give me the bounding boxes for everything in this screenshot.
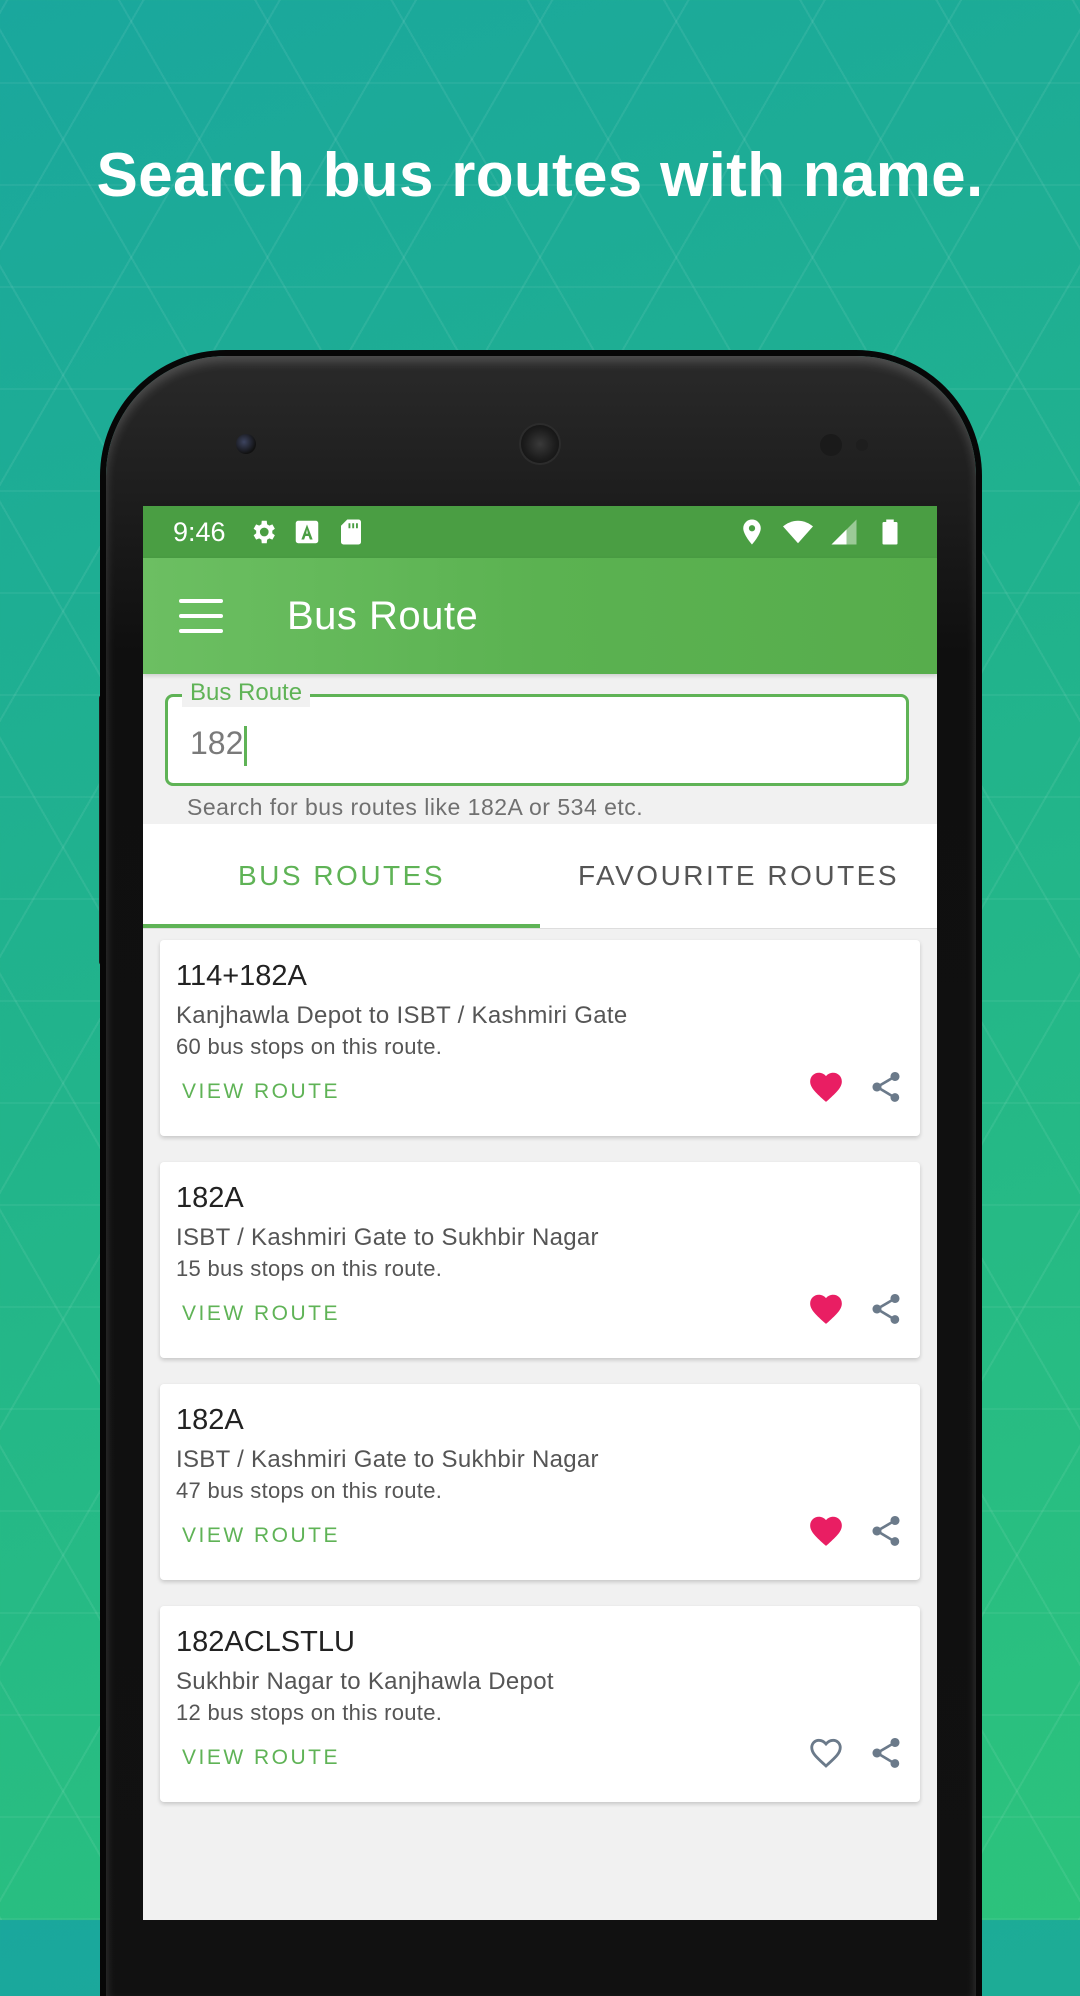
search-field-group: Bus Route 182 Search for bus routes like… bbox=[165, 679, 915, 821]
route-card: 114+182A Kanjhawla Depot to ISBT / Kashm… bbox=[160, 940, 920, 1136]
view-route-button[interactable]: VIEW ROUTE bbox=[182, 1080, 340, 1104]
view-route-button[interactable]: VIEW ROUTE bbox=[182, 1302, 340, 1326]
app-title: Bus Route bbox=[287, 593, 479, 638]
search-helper-text: Search for bus routes like 182A or 534 e… bbox=[187, 794, 644, 820]
heart-icon[interactable] bbox=[806, 1290, 846, 1328]
route-path: Sukhbir Nagar to Kanjhawla Depot bbox=[176, 1668, 554, 1695]
route-list: 114+182A Kanjhawla Depot to ISBT / Kashm… bbox=[160, 940, 920, 1828]
status-right-group bbox=[731, 517, 915, 547]
status-time: 9:46 bbox=[173, 516, 226, 547]
menu-icon[interactable] bbox=[179, 599, 223, 633]
location-icon bbox=[743, 519, 761, 545]
route-name: 182ACLSTLU bbox=[176, 1626, 355, 1658]
phone-camera bbox=[236, 434, 256, 454]
search-value: 182 bbox=[190, 725, 248, 766]
battery-icon bbox=[882, 519, 898, 545]
route-name: 182A bbox=[176, 1182, 244, 1214]
search-label: Bus Route bbox=[182, 679, 311, 707]
route-stops: 60 bus stops on this route. bbox=[176, 1034, 443, 1059]
wifi-icon bbox=[783, 520, 813, 544]
tab-bus-routes[interactable]: BUS ROUTES bbox=[143, 824, 540, 928]
tab-bar: BUS ROUTES FAVOURITE ROUTES bbox=[143, 824, 937, 929]
app-bar: Bus Route bbox=[143, 558, 937, 674]
route-stops: 15 bus stops on this route. bbox=[176, 1256, 443, 1281]
gear-icon bbox=[253, 520, 275, 544]
route-name: 114+182A bbox=[176, 960, 307, 992]
heart-icon[interactable] bbox=[806, 1512, 846, 1550]
phone-speaker bbox=[521, 425, 559, 463]
share-icon[interactable] bbox=[868, 1512, 904, 1550]
route-path: ISBT / Kashmiri Gate to Sukhbir Nagar bbox=[176, 1224, 599, 1251]
route-card: 182A ISBT / Kashmiri Gate to Sukhbir Nag… bbox=[160, 1384, 920, 1580]
phone-sensor bbox=[820, 434, 842, 456]
route-card: 182ACLSTLU Sukhbir Nagar to Kanjhawla De… bbox=[160, 1606, 920, 1802]
signal-icon bbox=[831, 519, 857, 545]
status-bar: 9:46 bbox=[143, 506, 937, 558]
phone-sensor-small bbox=[856, 439, 868, 451]
tab-favourite-routes[interactable]: FAVOURITE ROUTES bbox=[540, 824, 937, 928]
route-stops: 12 bus stops on this route. bbox=[176, 1700, 443, 1725]
bus-route-input[interactable]: Bus Route 182 bbox=[165, 679, 909, 786]
view-route-button[interactable]: VIEW ROUTE bbox=[182, 1524, 340, 1548]
share-icon[interactable] bbox=[868, 1068, 904, 1106]
route-card: 182A ISBT / Kashmiri Gate to Sukhbir Nag… bbox=[160, 1162, 920, 1358]
sd-card-icon bbox=[340, 519, 361, 545]
route-name: 182A bbox=[176, 1404, 244, 1436]
route-stops: 47 bus stops on this route. bbox=[176, 1478, 443, 1503]
share-icon[interactable] bbox=[868, 1734, 904, 1772]
route-path: Kanjhawla Depot to ISBT / Kashmiri Gate bbox=[176, 1002, 628, 1029]
route-path: ISBT / Kashmiri Gate to Sukhbir Nagar bbox=[176, 1446, 599, 1473]
heart-icon[interactable] bbox=[806, 1068, 846, 1106]
promo-headline: Search bus routes with name. bbox=[96, 141, 984, 210]
heart-outline-icon[interactable] bbox=[806, 1734, 846, 1772]
font-icon bbox=[295, 520, 318, 544]
share-icon[interactable] bbox=[868, 1290, 904, 1328]
app-screen: 9:46 Bus Route Bus Route 182 Search for … bbox=[143, 506, 937, 1920]
text-caret bbox=[244, 725, 248, 766]
view-route-button[interactable]: VIEW ROUTE bbox=[182, 1746, 340, 1770]
